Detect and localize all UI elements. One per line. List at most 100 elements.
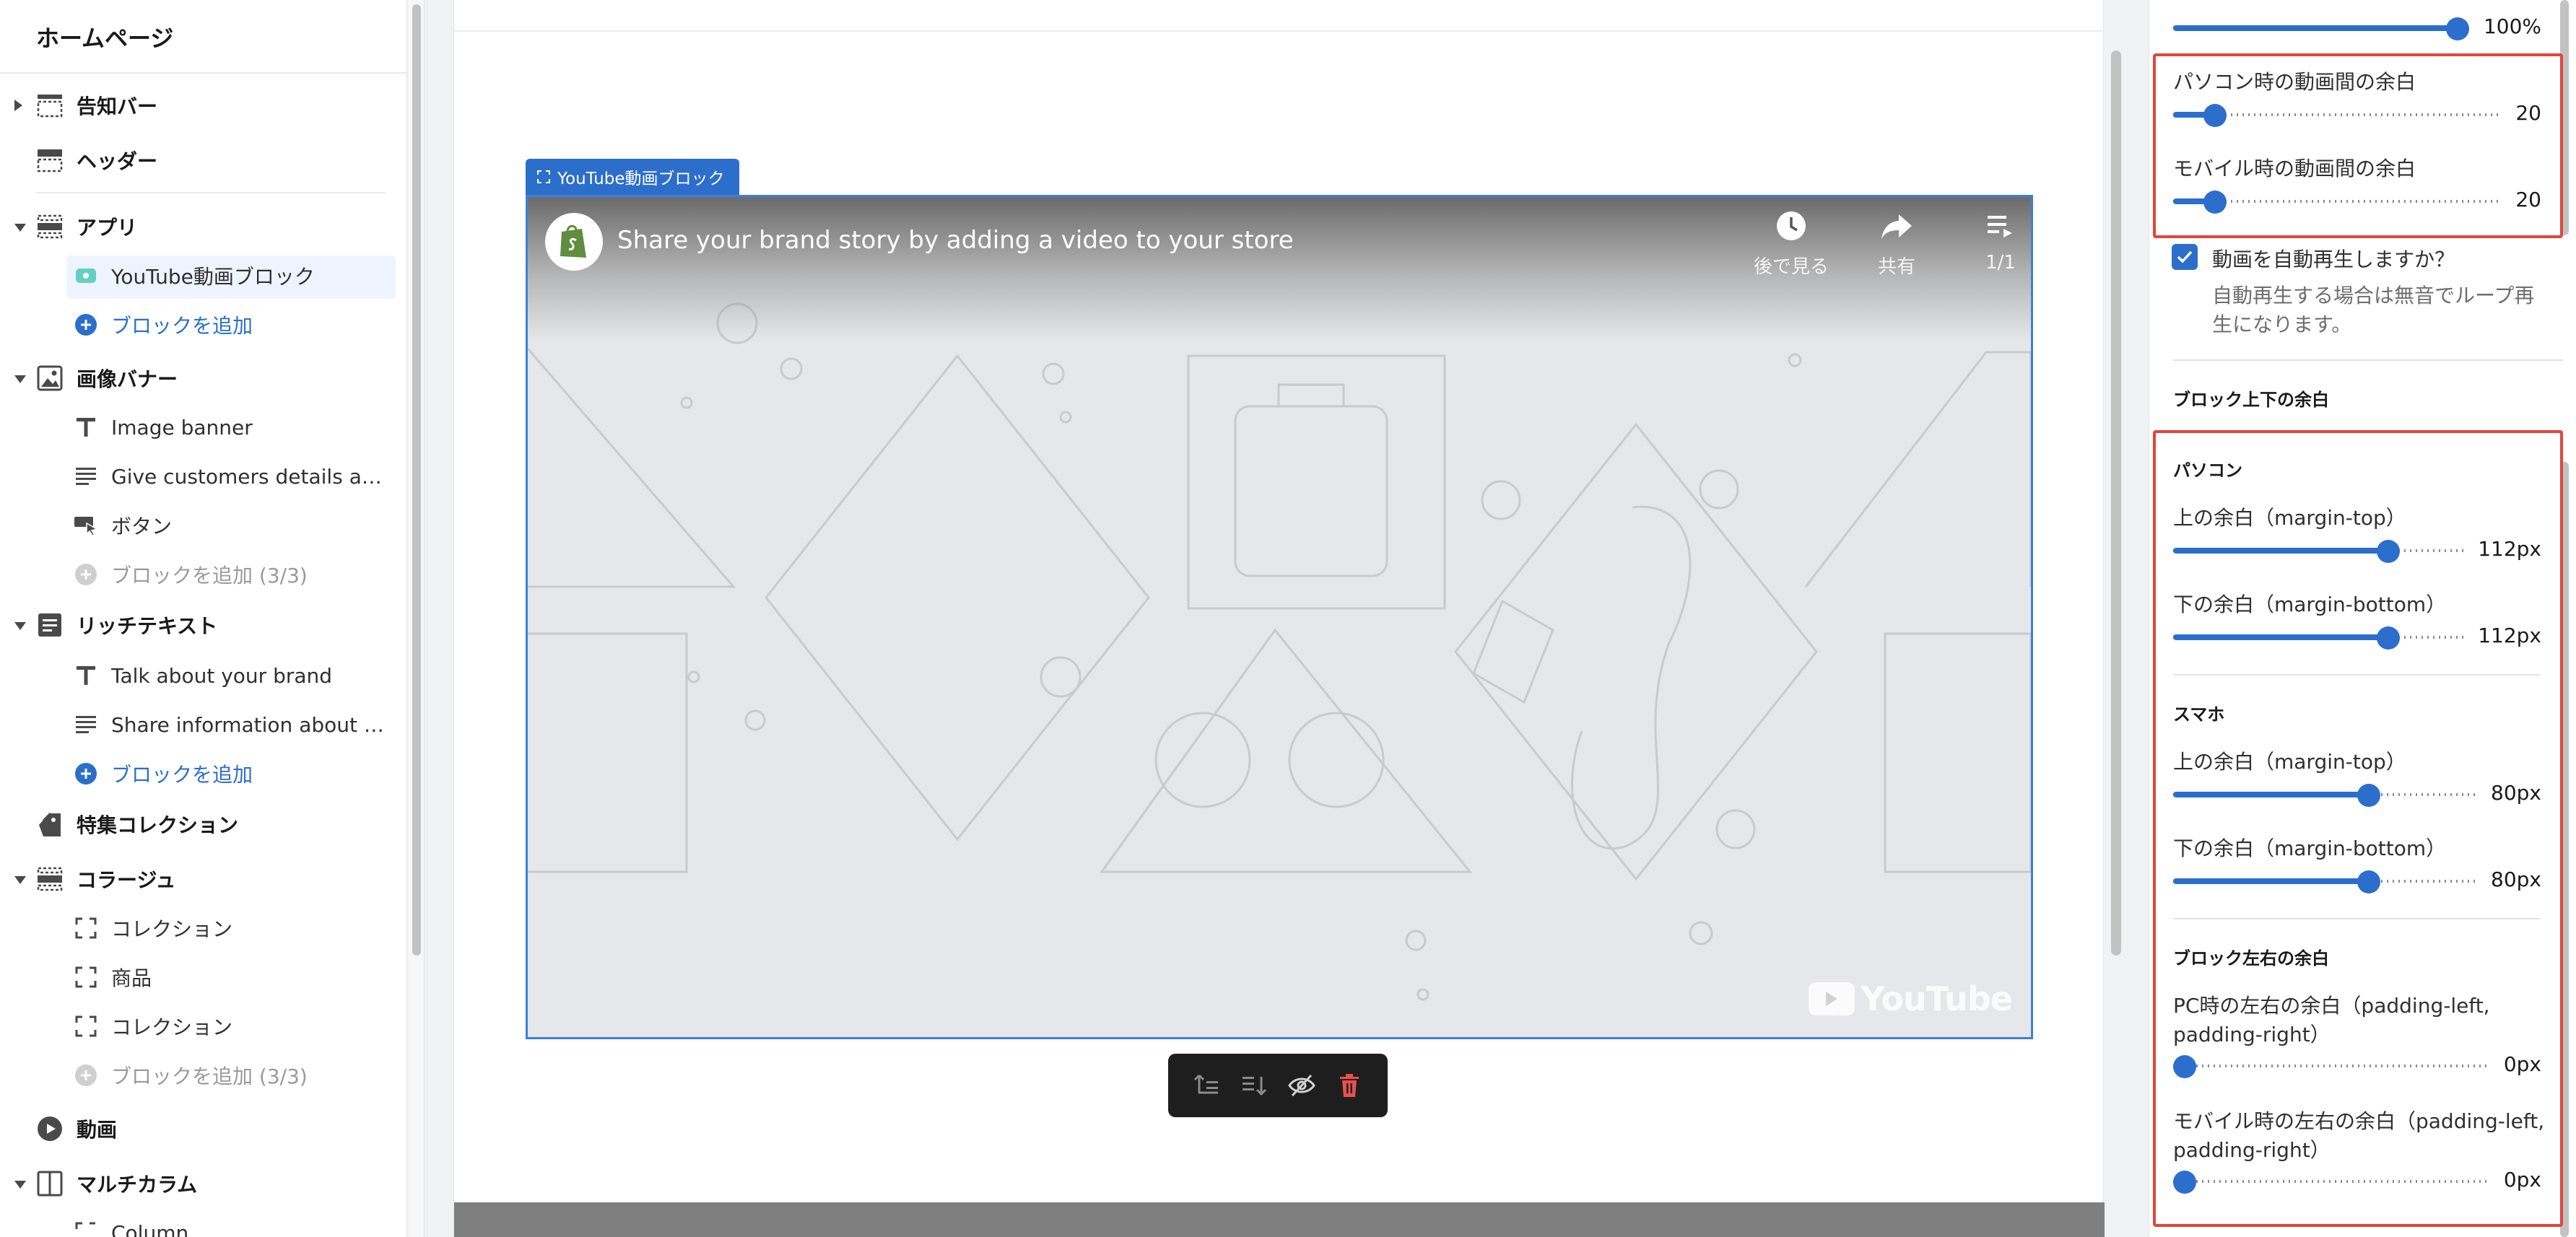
section-collage[interactable]: コラージュ [0,857,406,901]
youtube-logo[interactable]: YouTube [1809,979,2013,1018]
text-icon [72,414,100,441]
pc-gap-slider[interactable] [2173,104,2498,127]
block-column[interactable]: Column [0,1211,406,1237]
image-icon [36,364,64,392]
width-slider[interactable] [2173,17,2469,40]
mobile-lr-label: モバイル時の左右の余白（padding-left, [2173,1109,2545,1133]
section-featured-collection[interactable]: 特集コレクション [0,803,406,846]
section-label: 画像バナー [77,367,178,391]
pc-gap-label: パソコン時の動画間の余白 [2173,70,2416,94]
section-label: ヘッダー [77,149,158,173]
section-header[interactable]: ヘッダー [0,139,406,182]
dashed-frame-icon [72,1219,100,1237]
selected-block-tag[interactable]: YouTube動画ブロック [526,159,739,195]
section-multicolumn[interactable]: マルチカラム [0,1162,406,1205]
section-image-banner[interactable]: 画像バナー [0,357,406,400]
sp-margin-top-slider[interactable] [2173,784,2479,807]
block-image-banner-heading[interactable]: Image banner [0,406,406,449]
section-announcement-bar[interactable]: 告知バー [0,84,406,127]
block-label: コレクション [111,917,233,941]
section-rich-text[interactable]: リッチテキスト [0,603,406,647]
plus-circle-icon [72,561,100,588]
slider-knob[interactable] [2173,1171,2196,1194]
width-value: 100% [2483,14,2541,38]
clock-icon [1777,211,1806,240]
preview-scrollbar-thumb[interactable] [2111,51,2121,956]
button-block-icon [72,512,100,539]
mobile-padding-lr-slider[interactable] [2173,1171,2491,1194]
slider-knob[interactable] [2446,17,2469,40]
slider-fill [2173,634,2388,640]
autoplay-help: 自動再生する場合は無音でループ再 [2212,284,2535,307]
pc-top-label: 上の余白（margin-top） [2173,506,2406,530]
delete-block-button[interactable] [1332,1068,1367,1103]
slider-knob[interactable] [2173,1055,2196,1078]
slider-knob[interactable] [2377,540,2400,563]
watch-later-label: 後で見る [1753,256,1829,278]
add-block-label: ブロックを追加 (3/3) [111,564,308,587]
slider-fill [2173,25,2458,31]
sp-bottom-value: 80px [2491,867,2541,891]
divider [2173,918,2540,919]
playlist-control[interactable]: 1/1 [1950,210,2031,274]
block-horizontal-heading: ブロック左右の余白 [2173,948,2329,969]
add-block-button[interactable]: ブロックを追加 [0,303,406,346]
add-block-button-disabled: ブロックを追加 (3/3) [0,553,406,596]
slider-fill [2173,792,2369,797]
mobile-gap-value: 20 [2515,188,2541,211]
sp-margin-bottom-slider[interactable] [2173,870,2479,893]
share-control[interactable]: 共有 [1846,210,1947,279]
block-vertical-heading: ブロック上下の余白 [2173,390,2329,410]
sections-sidebar: ホームページ 告知バー ヘッダー アプリ YouTube動画ブロック ブロックを… [0,0,407,1237]
block-collage-collection[interactable]: コレクション [0,906,406,950]
caret-down-icon[interactable] [14,224,26,232]
autoplay-label[interactable]: 動画を自動再生しますか？ [2212,244,2455,273]
shopify-logo[interactable] [545,213,603,271]
add-block-button-disabled: ブロックを追加 (3/3) [0,1054,406,1097]
add-block-button[interactable]: ブロックを追加 [0,752,406,795]
section-apps[interactable]: アプリ [0,205,406,248]
move-down-button[interactable] [1237,1068,1271,1103]
youtube-video-player[interactable]: Share your brand story by adding a video… [526,195,2033,1039]
pc-bottom-label: 下の余白（margin-bottom） [2173,593,2447,616]
slider-knob[interactable] [2357,784,2380,807]
block-youtube-video[interactable]: YouTube動画ブロック [0,254,406,299]
block-tag-label: YouTube動画ブロック [557,170,725,188]
caret-down-icon[interactable] [14,622,26,630]
caret-down-icon[interactable] [14,1181,26,1189]
block-image-banner-button[interactable]: ボタン [0,504,406,547]
autoplay-checkbox[interactable] [2172,244,2198,270]
divider [2173,359,2563,361]
section-label: コラージュ [77,868,176,892]
block-rich-text-text[interactable]: Share information about you... [0,703,406,746]
pc-lr-value: 0px [2503,1052,2541,1076]
watch-later-control[interactable]: 後で見る [1741,210,1842,279]
pc-margin-top-slider[interactable] [2173,540,2468,563]
sidebar-scrollbar-thumb[interactable] [412,4,421,956]
slider-track [2173,1065,2491,1067]
video-title[interactable]: Share your brand story by adding a video… [617,226,1294,255]
block-image-banner-text[interactable]: Give customers details abou... [0,455,406,498]
move-up-button[interactable] [1189,1068,1224,1103]
slider-knob[interactable] [2203,104,2227,127]
pc-margin-bottom-slider[interactable] [2173,626,2468,650]
caret-right-icon[interactable] [14,100,22,111]
playlist-icon [1988,216,2012,237]
caret-down-icon[interactable] [14,375,26,383]
slider-knob[interactable] [2377,626,2400,650]
slider-knob[interactable] [2357,870,2380,893]
block-collage-product[interactable]: 商品 [0,956,406,999]
hide-block-button[interactable] [1284,1068,1319,1103]
slider-knob[interactable] [2203,191,2227,214]
section-video[interactable]: 動画 [0,1107,406,1150]
youtube-play-icon [1809,982,1855,1015]
pc-padding-lr-slider[interactable] [2173,1055,2491,1078]
caret-down-icon[interactable] [14,876,26,884]
block-rich-text-heading[interactable]: Talk about your brand [0,654,406,697]
block-label: ボタン [111,515,173,538]
add-block-label: ブロックを追加 [111,763,253,787]
mobile-gap-slider[interactable] [2173,191,2498,214]
playlist-counter: 1/1 [1985,252,2016,274]
paragraph-icon [72,711,100,738]
block-collage-collection[interactable]: コレクション [0,1005,406,1048]
